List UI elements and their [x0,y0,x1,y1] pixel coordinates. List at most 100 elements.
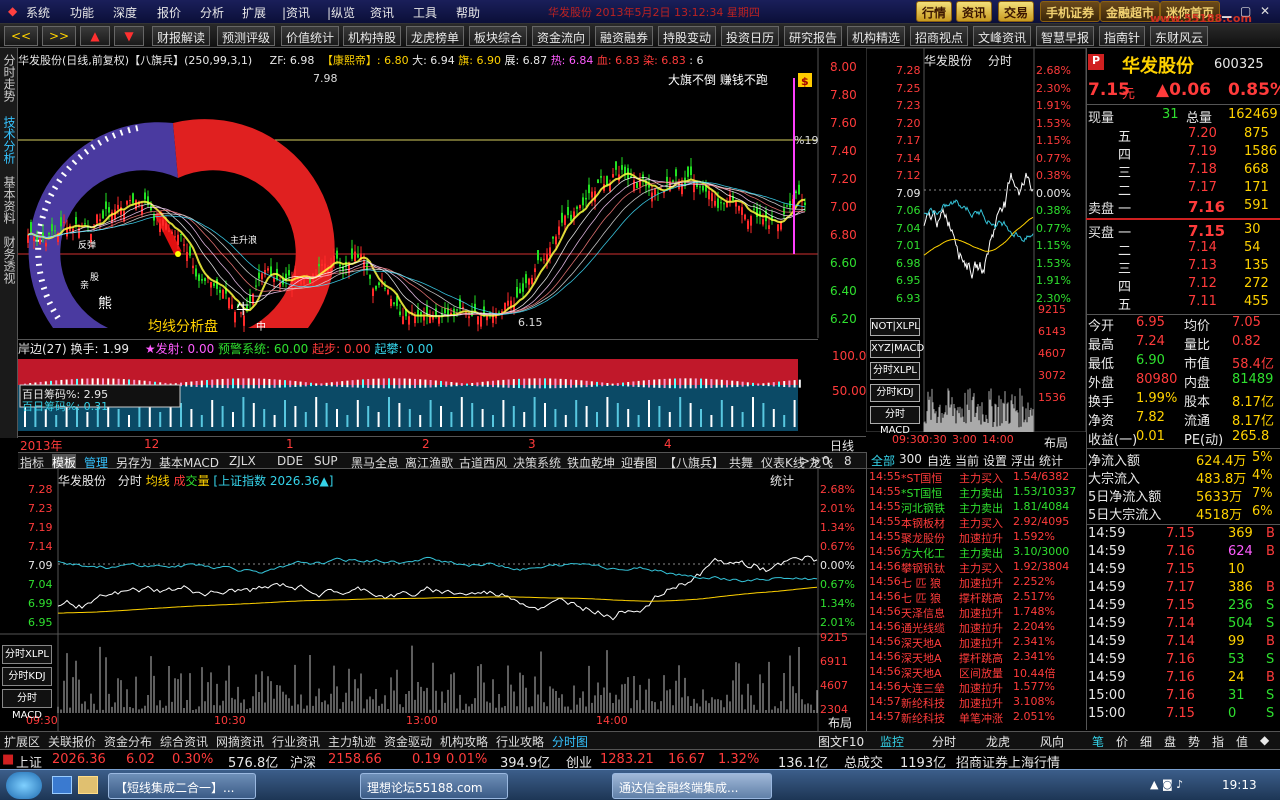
mobile-button[interactable]: 手机证券 [1040,1,1101,22]
quote-tab[interactable]: 价 [1116,733,1128,750]
nav-down-button[interactable]: ▼ [114,26,144,46]
app-logo-icon[interactable]: ◆ [8,4,17,18]
tb-zhinan[interactable]: 指南针 [1099,26,1146,46]
mini-indicator-button[interactable]: 分时MACD [870,406,920,436]
tb-yuce[interactable]: 预测评级 [217,26,276,46]
monitor-bottom-tab[interactable]: 风向 [1040,733,1064,750]
monitor-row[interactable]: 14:55 本钢板材 主力买入 2.92/4095 [869,515,1085,530]
menu-item-extend[interactable]: 扩展 [242,4,266,21]
menu-item-news1[interactable]: |资讯 [282,4,310,21]
menu-item-depth[interactable]: 深度 [113,4,137,21]
tb-jigou[interactable]: 机构持股 [343,26,402,46]
ask-row[interactable]: 五 7.20 875 [1088,126,1278,145]
hangqing-button[interactable]: 行情 [916,1,953,22]
ie-icon[interactable] [52,776,72,794]
monitor-row[interactable]: 14:55 *ST国恒 主力买入 1.54/6382 [869,470,1085,485]
indicator-tab[interactable]: ZJLX [229,454,256,468]
menu-item-system[interactable]: 系统 [26,4,50,21]
monitor-tab[interactable]: 统计 [1039,452,1063,469]
monitor-bottom-tab[interactable]: 图文F10 [818,733,864,750]
monitor-row[interactable]: 14:56 七 匹 狼 加速拉升 2.252% [869,575,1085,590]
bottom-tab[interactable]: 综合资讯 [160,733,208,750]
intraday-indicator-button[interactable]: 分时MACD [2,689,52,721]
dollar-icon[interactable]: $ [801,75,809,88]
bid-row[interactable]: 买盘 一 7.15 30 [1088,222,1278,241]
bid-row[interactable]: 四 7.12 272 [1088,276,1278,295]
monitor-tab[interactable]: 当前 [955,452,979,469]
menu-item-news[interactable]: 资讯 [370,4,394,21]
bottom-tab[interactable]: 行业攻略 [496,733,544,750]
monitor-row[interactable]: 14:56 通光线缆 加速拉升 2.204% [869,620,1085,635]
quote-tab[interactable]: 值 [1236,733,1248,750]
tb-zaobao[interactable]: 智慧早报 [1036,26,1095,46]
monitor-row[interactable]: 14:56 深天地A 加速拉升 2.341% [869,635,1085,650]
bottom-tab[interactable]: 关联报价 [48,733,96,750]
monitor-tab[interactable]: 全部 [871,452,895,469]
task-1[interactable]: 【短线集成二合一】... [108,773,256,799]
bottom-tab[interactable]: 扩展区 [4,733,40,750]
monitor-row[interactable]: 14:56 深天地A 撑杆跳高 2.341% [869,650,1085,665]
bottom-tab[interactable]: 分时图 [552,733,588,750]
bottom-tab[interactable]: 行业资讯 [272,733,320,750]
indicator-nav-button[interactable]: 0 [822,454,830,468]
tb-rongzi[interactable]: 融资融券 [595,26,654,46]
quote-tab[interactable]: 笔 [1092,733,1104,750]
monitor-bottom-tab[interactable]: 龙虎 [986,733,1010,750]
task-2[interactable]: 理想论坛55188.com [360,773,508,799]
ask-row[interactable]: 三 7.18 668 [1088,162,1278,181]
restore-icon[interactable]: ▢ [1240,4,1251,18]
bottom-tab[interactable]: 主力轨迹 [328,733,376,750]
mini-layout-button[interactable]: 布局 [1044,434,1068,451]
mini-indicator-button[interactable]: NOT|XLPL [870,318,920,336]
kline-chart[interactable]: 均线分析盘 主升浪 反弹 股 亲 熊 牛 中 7.98 6.15 大旗不倒 赚钱… [18,48,866,338]
monitor-row[interactable]: 14:55 聚龙股份 加速拉升 1.592% [869,530,1085,545]
mini-indicator-button[interactable]: 分时KDJ [870,384,920,402]
tb-dongcai[interactable]: 东财风云 [1150,26,1209,46]
monitor-tab[interactable]: 自选 [927,452,951,469]
monitor-row[interactable]: 14:56 深天地A 区间放量 10.44倍 [869,665,1085,680]
tray-icons[interactable]: ▲ ◙ ♪ [1150,778,1183,791]
monitor-bottom-tab[interactable]: 监控 [880,733,904,750]
tab-intraday[interactable]: 分时走势 [2,54,16,102]
menu-item-overview[interactable]: |纵览 [327,4,355,21]
menu-item-function[interactable]: 功能 [70,4,94,21]
monitor-tab[interactable]: 300 [899,452,922,466]
tab-fundamentals[interactable]: 基本资料 [2,176,16,224]
folder-icon[interactable] [78,776,98,794]
monitor-row[interactable]: 14:56 方大化工 主力卖出 3.10/3000 [869,545,1085,560]
nav-up-button[interactable]: ▲ [80,26,110,46]
bid-row[interactable]: 五 7.11 455 [1088,294,1278,313]
tb-chigu[interactable]: 持股变动 [658,26,717,46]
minimize-icon[interactable]: ▁ [1222,4,1231,18]
menu-item-quote[interactable]: 报价 [157,4,181,21]
indicator-chart[interactable] [18,357,818,435]
tab-technical[interactable]: 技术分析 [2,116,16,164]
quote-tab[interactable]: 势 [1188,733,1200,750]
indicator-nav-button[interactable]: 8 [844,454,852,468]
monitor-tab[interactable]: 浮出 [1011,452,1035,469]
intraday-indicator-button[interactable]: 分时XLPL [2,645,52,664]
close-icon[interactable]: ✕ [1260,4,1270,18]
tb-zhaoshang[interactable]: 招商视点 [910,26,969,46]
monitor-row[interactable]: 14:57 新纶科技 单笔冲涨 2.051% [869,710,1085,725]
indicator-name[interactable]: 岸边(27) [18,342,67,356]
monitor-tab[interactable]: 设置 [983,452,1007,469]
tb-jiazhi[interactable]: 价值统计 [281,26,340,46]
ask-row[interactable]: 四 7.19 1586 [1088,144,1278,163]
quote-tab[interactable]: ◆ [1260,733,1269,747]
intraday-indicator-button[interactable]: 分时KDJ [2,667,52,686]
ask-row[interactable]: 二 7.17 171 [1088,180,1278,199]
indicator-tab[interactable]: DDE [277,454,303,468]
tb-caibao[interactable]: 财报解读 [152,26,211,46]
tb-longhu[interactable]: 龙虎榜单 [406,26,465,46]
monitor-row[interactable]: 14:57 新纶科技 加速拉升 3.108% [869,695,1085,710]
quote-tab[interactable]: 细 [1140,733,1152,750]
intraday-layout-button[interactable]: 布局 [828,714,852,731]
start-button-icon[interactable] [6,772,42,799]
tb-wenfeng[interactable]: 文峰资讯 [973,26,1032,46]
monitor-bottom-tab[interactable]: 分时 [932,733,956,750]
tb-jingxuan[interactable]: 机构精选 [847,26,906,46]
bid-row[interactable]: 三 7.13 135 [1088,258,1278,277]
tb-zijin[interactable]: 资金流向 [532,26,591,46]
monitor-row[interactable]: 14:56 七 匹 狼 撑杆跳高 2.517% [869,590,1085,605]
